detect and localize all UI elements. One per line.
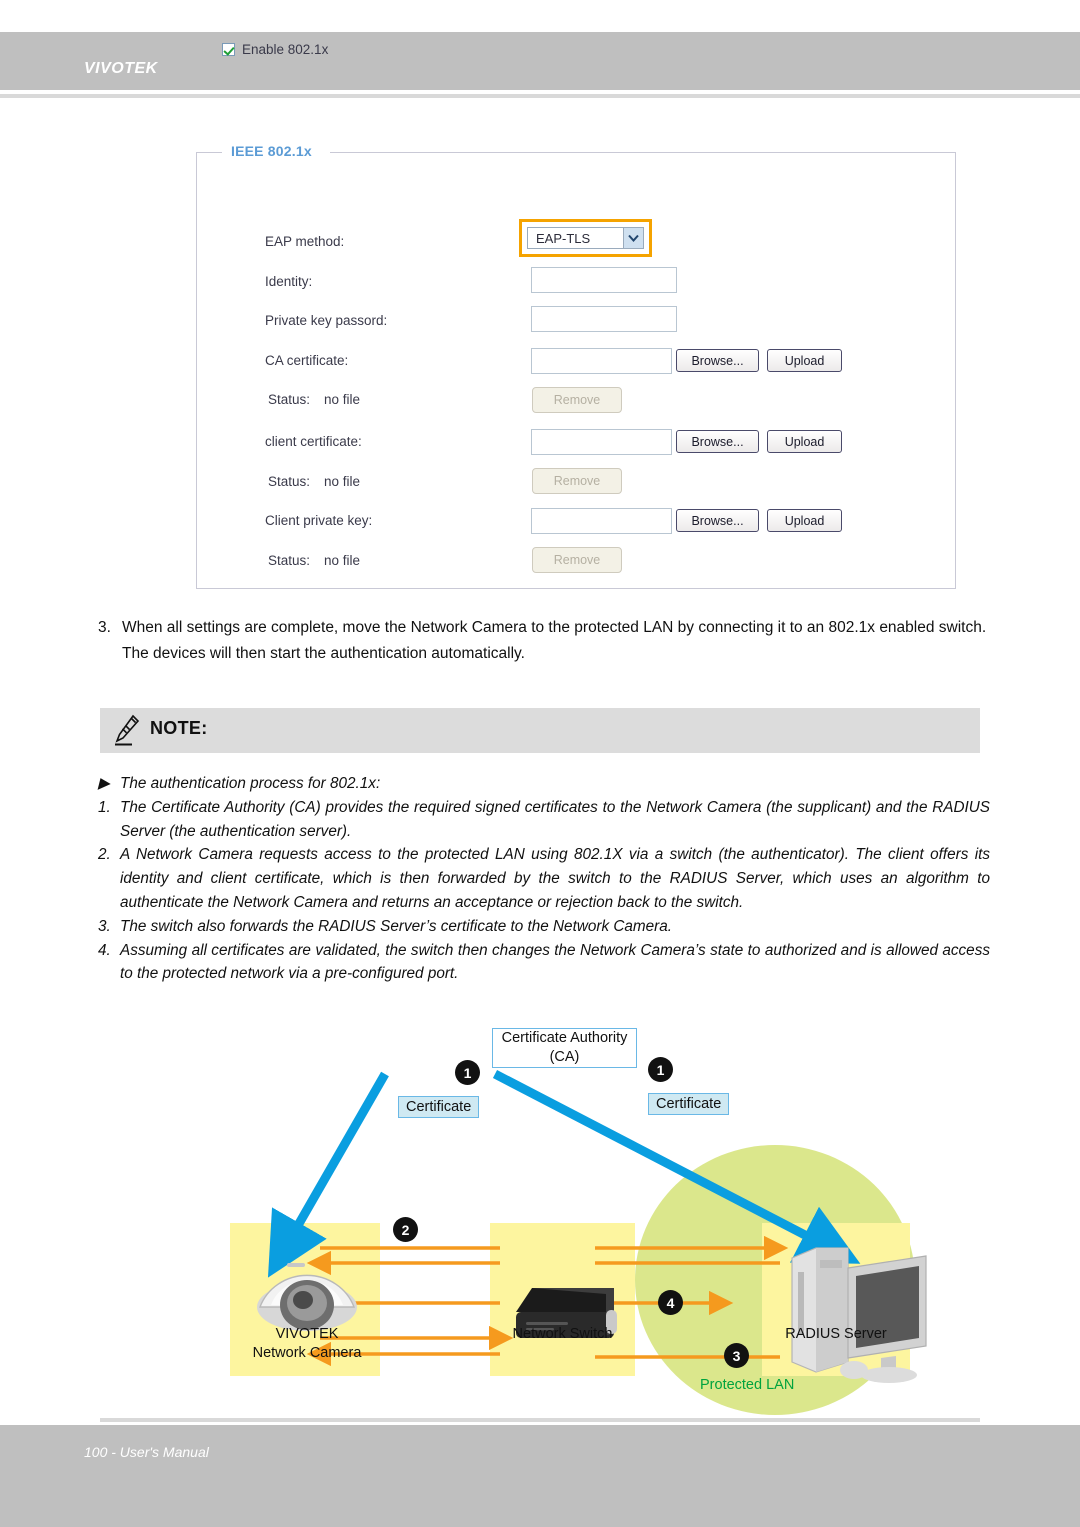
ca-line2: (CA) xyxy=(549,1049,580,1065)
eap-method-select[interactable]: EAP-TLS xyxy=(527,227,644,249)
footer-divider xyxy=(100,1418,980,1422)
page-footer-band xyxy=(0,1425,1080,1527)
client-private-key-browse-button[interactable]: Browse... xyxy=(676,509,759,532)
page-header-band xyxy=(0,32,1080,90)
note-item-marker: 4. xyxy=(98,941,111,959)
note-item: 2. A Network Camera requests access to t… xyxy=(98,843,990,914)
note-item-marker: 3. xyxy=(98,917,111,935)
switch-caption: Network Switch xyxy=(512,1326,613,1342)
camera-line1: VIVOTEK xyxy=(275,1326,339,1342)
step-badge-3: 3 xyxy=(724,1343,749,1368)
step-3-paragraph: 3. When all settings are complete, move … xyxy=(98,615,988,667)
client-private-key-label: Client private key: xyxy=(265,513,373,528)
panel-border-top-right xyxy=(330,152,956,153)
ca-label: Certificate Authority (CA) xyxy=(502,1029,628,1067)
camera-line2: Network Camera xyxy=(252,1345,362,1361)
client-private-key-remove-button[interactable]: Remove xyxy=(532,547,622,573)
client-private-key-input[interactable] xyxy=(531,508,672,534)
eap-method-value: EAP-TLS xyxy=(536,230,591,246)
header-divider xyxy=(0,94,1080,98)
ca-certificate-input[interactable] xyxy=(531,348,672,374)
ca-certificate-remove-button[interactable]: Remove xyxy=(532,387,622,413)
ca-line1: Certificate Authority xyxy=(501,1030,628,1046)
identity-input[interactable] xyxy=(531,267,677,293)
note-intro-text: The authentication process for 802.1x: xyxy=(120,775,381,792)
radius-caption: RADIUS Server xyxy=(785,1326,887,1342)
note-item-text: Assuming all certificates are validated,… xyxy=(120,941,990,983)
footer-page-label: 100 - User's Manual xyxy=(84,1444,209,1460)
eap-method-label: EAP method: xyxy=(265,234,345,249)
client-status-label: Status: xyxy=(268,474,311,489)
note-item-text: The Certificate Authority (CA) provides … xyxy=(120,798,990,840)
enable-8021x-checkbox-row[interactable]: Enable 802.1x xyxy=(222,42,328,57)
identity-label: Identity: xyxy=(265,274,313,289)
note-body: ▶ The authentication process for 802.1x:… xyxy=(98,772,990,986)
step-badge-1-left: 1 xyxy=(455,1060,480,1085)
ca-status-value: no file xyxy=(324,392,361,407)
key-status-label: Status: xyxy=(268,553,311,568)
note-item: 4. Assuming all certificates are validat… xyxy=(98,939,990,987)
brand-logo: VIVOTEK xyxy=(84,60,158,77)
ca-certificate-browse-button[interactable]: Browse... xyxy=(676,349,759,372)
step-badge-1-right: 1 xyxy=(648,1057,673,1082)
protected-lan-label: Protected LAN xyxy=(700,1377,795,1393)
note-item-marker: 1. xyxy=(98,798,111,816)
note-title: NOTE: xyxy=(150,718,208,738)
panel-border-top-left xyxy=(196,152,222,153)
pencil-icon xyxy=(114,714,140,753)
client-certificate-label: client certificate: xyxy=(265,434,362,449)
note-intro-line: ▶ The authentication process for 802.1x: xyxy=(98,772,990,796)
note-item: 1. The Certificate Authority (CA) provid… xyxy=(98,796,990,844)
note-intro-marker: ▶ xyxy=(98,775,110,792)
private-key-password-label: Private key passord: xyxy=(265,313,388,328)
enable-8021x-label: Enable 802.1x xyxy=(242,42,329,57)
client-certificate-input[interactable] xyxy=(531,429,672,455)
ca-status-label: Status: xyxy=(268,392,311,407)
note-item-text: A Network Camera requests access to the … xyxy=(120,846,990,911)
note-item: 3. The switch also forwards the RADIUS S… xyxy=(98,915,990,939)
note-item-text: The switch also forwards the RADIUS Serv… xyxy=(120,917,673,935)
enable-8021x-checkbox[interactable] xyxy=(222,43,235,56)
client-private-key-upload-button[interactable]: Upload xyxy=(767,509,842,532)
client-certificate-upload-button[interactable]: Upload xyxy=(767,430,842,453)
client-status-value: no file xyxy=(324,474,361,489)
step-badge-2: 2 xyxy=(393,1217,418,1242)
certificate-box-left: Certificate xyxy=(398,1096,480,1118)
step-3-number: 3. xyxy=(98,619,111,636)
panel-legend: IEEE 802.1x xyxy=(226,143,317,159)
ca-certificate-upload-button[interactable]: Upload xyxy=(767,349,842,372)
step-3-text: When all settings are complete, move the… xyxy=(122,619,987,662)
note-item-marker: 2. xyxy=(98,846,111,864)
certificate-box-right: Certificate xyxy=(648,1093,730,1115)
private-key-password-input[interactable] xyxy=(531,306,677,332)
key-status-value: no file xyxy=(324,553,361,568)
step-badge-4: 4 xyxy=(658,1290,683,1315)
certificate-authority-node: Certificate Authority (CA) xyxy=(492,1028,637,1068)
camera-caption: VIVOTEK Network Camera xyxy=(232,1325,382,1363)
note-banner xyxy=(100,708,980,753)
chevron-down-icon[interactable] xyxy=(623,228,643,248)
client-certificate-browse-button[interactable]: Browse... xyxy=(676,430,759,453)
client-certificate-remove-button[interactable]: Remove xyxy=(532,468,622,494)
ca-certificate-label: CA certificate: xyxy=(265,353,349,368)
